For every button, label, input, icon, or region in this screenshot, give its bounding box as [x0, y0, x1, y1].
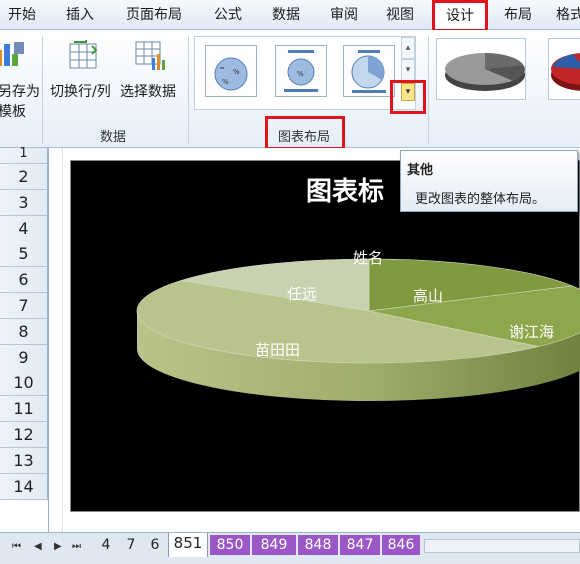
- pie-label-gaoshan: 高山: [413, 287, 444, 305]
- tab-format[interactable]: 格式: [550, 0, 580, 30]
- row-header[interactable]: 4: [0, 215, 48, 242]
- gallery-scroll-down[interactable]: ▾: [401, 59, 415, 81]
- pie-label-miaotiantian: 苗田田: [255, 341, 301, 359]
- tab-formulas[interactable]: 公式: [200, 0, 256, 30]
- horizontal-scrollbar[interactable]: [424, 539, 580, 553]
- sheet-tab[interactable]: 6: [144, 535, 166, 555]
- row-header[interactable]: 5: [0, 241, 48, 268]
- sheet-tab[interactable]: 4: [94, 535, 118, 555]
- pie-label-renyuan: 任远: [287, 285, 318, 303]
- svg-text:%: %: [233, 68, 240, 76]
- svg-text:%: %: [222, 78, 229, 86]
- first-sheet-button[interactable]: ⏮: [12, 541, 21, 552]
- sheet-tab[interactable]: 846: [382, 535, 420, 555]
- chart-title[interactable]: 图表标: [306, 171, 384, 208]
- tab-page-layout[interactable]: 页面布局: [112, 0, 196, 30]
- sheet-tab[interactable]: 849: [252, 535, 296, 555]
- row-header[interactable]: 1: [0, 147, 48, 164]
- next-sheet-button[interactable]: ▶: [54, 541, 62, 552]
- sheet-tab[interactable]: 847: [340, 535, 380, 555]
- sheet-tab[interactable]: 850: [210, 535, 250, 555]
- save-template-icon: [0, 42, 24, 66]
- switch-row-column-label: 切换行/列: [50, 84, 111, 100]
- data-group-label: 数据: [100, 130, 127, 145]
- select-data-icon: [135, 41, 165, 70]
- chart-style-pie-icon: [551, 53, 580, 91]
- pie-chart-svg: [136, 258, 580, 401]
- row-header[interactable]: 13: [0, 447, 48, 474]
- chart-layout-3[interactable]: [343, 45, 395, 97]
- last-sheet-button[interactable]: ⏭: [72, 541, 81, 552]
- chart-layout-group-highlight: [265, 116, 345, 150]
- excel-window: 开始 插入 页面布局 公式 数据 审阅 视图 设计 布局 格式 另存为 模板 切…: [0, 0, 580, 564]
- pie-label-xiejianghai: 谢江海: [509, 323, 555, 341]
- chart-layout-1[interactable]: % %: [205, 45, 257, 97]
- more-button-highlight: [390, 80, 426, 114]
- chart-style-pie-icon: [445, 53, 525, 91]
- save-template-label-2: 模板: [0, 104, 26, 120]
- switch-row-column-icon: [69, 40, 98, 69]
- row-header[interactable]: 12: [0, 422, 48, 448]
- gallery-scroll-up[interactable]: ▴: [401, 37, 415, 59]
- pie-layout-icon: %: [284, 50, 318, 92]
- select-data-button[interactable]: 选择数据: [120, 36, 186, 112]
- tab-home[interactable]: 开始: [0, 0, 44, 30]
- row-header[interactable]: 14: [0, 473, 48, 500]
- chart-legend-series-name: 姓名: [353, 249, 384, 267]
- group-separator: [188, 36, 189, 144]
- ribbon-body: 另存为 模板 切换行/列 选择数据 数据 % % % ▴ ▾ ▾ 图表布局: [0, 30, 580, 150]
- row-header[interactable]: 7: [0, 293, 48, 319]
- prev-sheet-button[interactable]: ◀: [34, 541, 42, 552]
- row-header[interactable]: 6: [0, 267, 48, 294]
- tooltip-description: 更改图表的整体布局。: [415, 192, 546, 207]
- chart-layout-2[interactable]: %: [275, 45, 327, 97]
- group-separator: [428, 36, 429, 144]
- tab-view[interactable]: 视图: [372, 0, 428, 30]
- chart-style-2[interactable]: [548, 38, 580, 100]
- sheet-tab-active[interactable]: 851: [168, 533, 208, 557]
- chart-style-1[interactable]: [436, 38, 526, 100]
- row-header[interactable]: 8: [0, 318, 48, 345]
- row-header[interactable]: 3: [0, 189, 48, 216]
- tooltip-title: 其他: [407, 163, 434, 178]
- save-template-button[interactable]: 另存为 模板: [0, 36, 40, 120]
- design-tab-highlight: [432, 0, 488, 32]
- sheet-tab[interactable]: 7: [120, 535, 142, 555]
- watermark-logo: Baidu经验: [452, 513, 541, 533]
- tab-layout[interactable]: 布局: [492, 0, 544, 30]
- row-header[interactable]: 2: [0, 164, 48, 190]
- save-template-label-1: 另存为: [0, 84, 40, 100]
- sheet-tab-bar: ⏮ ◀ ▶ ⏭ 4 7 6 851 850 849 848 847 846: [0, 532, 580, 564]
- switch-row-column-button[interactable]: 切换行/列: [48, 36, 118, 112]
- tab-insert[interactable]: 插入: [52, 0, 108, 30]
- chart-layout-gallery: % % % ▴ ▾: [194, 36, 416, 110]
- pie-layout-icon: % %: [214, 57, 248, 91]
- svg-text:%: %: [297, 70, 304, 78]
- group-separator: [42, 36, 43, 144]
- more-layouts-tooltip: 其他 更改图表的整体布局。: [400, 150, 578, 212]
- row-header[interactable]: 10: [0, 370, 48, 397]
- sheet-tab[interactable]: 848: [298, 535, 338, 555]
- grid-line: [62, 148, 63, 532]
- row-header[interactable]: 11: [0, 396, 48, 423]
- tab-data[interactable]: 数据: [258, 0, 314, 30]
- pie-layout-icon: [351, 50, 386, 93]
- row-header[interactable]: 9: [0, 344, 48, 371]
- ribbon-tab-bar: 开始 插入 页面布局 公式 数据 审阅 视图 设计 布局 格式: [0, 0, 580, 30]
- grid-line: [48, 148, 49, 532]
- pie-chart-area[interactable]: 姓名 高山 谢江海 苗田田 任远: [70, 160, 580, 512]
- select-data-label: 选择数据: [120, 84, 176, 100]
- tab-review[interactable]: 审阅: [316, 0, 372, 30]
